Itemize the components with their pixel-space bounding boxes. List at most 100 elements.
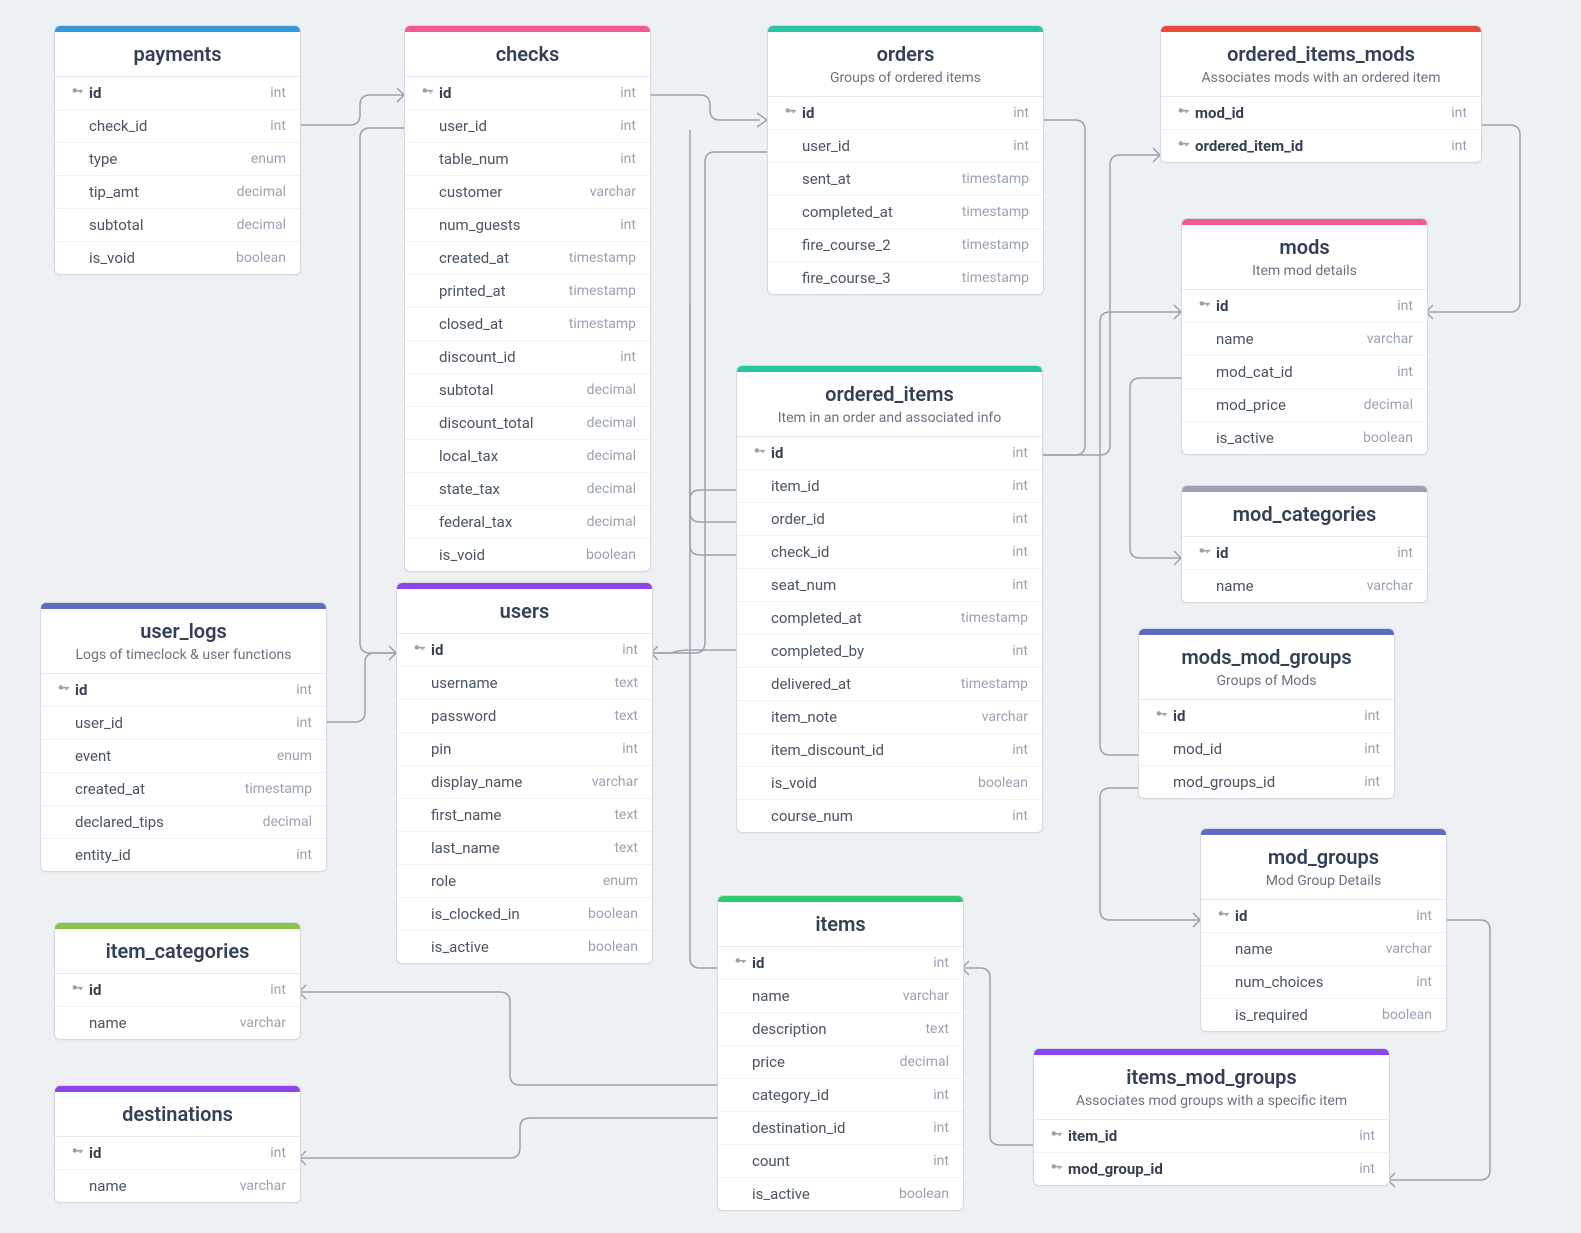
table-ordered_items_mods[interactable]: ordered_items_modsAssociates mods with a…: [1160, 25, 1482, 163]
table-row[interactable]: federal_taxdecimal: [405, 506, 650, 539]
table-row[interactable]: num_choicesint: [1201, 966, 1446, 999]
table-row[interactable]: user_idint: [768, 130, 1043, 163]
table-row[interactable]: printed_attimestamp: [405, 275, 650, 308]
table-row[interactable]: namevarchar: [1201, 933, 1446, 966]
table-users[interactable]: usersidintusernametextpasswordtextpinint…: [396, 582, 653, 964]
table-orders[interactable]: ordersGroups of ordered itemsidintuser_i…: [767, 25, 1044, 295]
table-row[interactable]: mod_group_idint: [1034, 1153, 1389, 1185]
table-row[interactable]: created_attimestamp: [405, 242, 650, 275]
table-row[interactable]: mod_pricedecimal: [1182, 389, 1427, 422]
table-row[interactable]: ordered_item_idint: [1161, 130, 1481, 162]
table-row[interactable]: item_idint: [737, 470, 1042, 503]
table-row[interactable]: discount_totaldecimal: [405, 407, 650, 440]
table-row[interactable]: eventenum: [41, 740, 326, 773]
table-row[interactable]: user_idint: [41, 707, 326, 740]
table-row[interactable]: state_taxdecimal: [405, 473, 650, 506]
table-row[interactable]: category_idint: [718, 1079, 963, 1112]
table-items_mod_groups[interactable]: items_mod_groupsAssociates mod groups wi…: [1033, 1048, 1390, 1186]
table-row[interactable]: first_nametext: [397, 799, 652, 832]
table-destinations[interactable]: destinationsidintnamevarchar: [54, 1085, 301, 1203]
table-row[interactable]: idint: [55, 1137, 300, 1170]
table-row[interactable]: is_voidboolean: [405, 539, 650, 571]
table-row[interactable]: idint: [1139, 700, 1394, 733]
table-row[interactable]: is_voidboolean: [55, 242, 300, 274]
table-row[interactable]: usernametext: [397, 667, 652, 700]
table-row[interactable]: idint: [55, 77, 300, 110]
table-row[interactable]: discount_idint: [405, 341, 650, 374]
table-row[interactable]: mod_idint: [1161, 97, 1481, 130]
table-mod_categories[interactable]: mod_categoriesidintnamevarchar: [1181, 485, 1428, 603]
table-row[interactable]: item_discount_idint: [737, 734, 1042, 767]
table-row[interactable]: is_activeboolean: [397, 931, 652, 963]
table-row[interactable]: namevarchar: [55, 1170, 300, 1202]
table-row[interactable]: mod_groups_idint: [1139, 766, 1394, 798]
table-row[interactable]: subtotaldecimal: [405, 374, 650, 407]
table-row[interactable]: check_idint: [55, 110, 300, 143]
table-row[interactable]: idint: [737, 437, 1042, 470]
table-row[interactable]: pinint: [397, 733, 652, 766]
table-row[interactable]: idint: [1182, 290, 1427, 323]
table-row[interactable]: created_attimestamp: [41, 773, 326, 806]
table-row[interactable]: namevarchar: [718, 980, 963, 1013]
table-row[interactable]: check_idint: [737, 536, 1042, 569]
table-row[interactable]: descriptiontext: [718, 1013, 963, 1046]
table-mods_mod_groups[interactable]: mods_mod_groupsGroups of Modsidintmod_id…: [1138, 628, 1395, 799]
table-row[interactable]: completed_attimestamp: [768, 196, 1043, 229]
table-row[interactable]: is_activeboolean: [1182, 422, 1427, 454]
table-mod_groups[interactable]: mod_groupsMod Group Detailsidintnamevarc…: [1200, 828, 1447, 1032]
table-mods[interactable]: modsItem mod detailsidintnamevarcharmod_…: [1181, 218, 1428, 455]
table-row[interactable]: subtotaldecimal: [55, 209, 300, 242]
table-payments[interactable]: paymentsidintcheck_idinttypeenumtip_amtd…: [54, 25, 301, 275]
table-row[interactable]: idint: [768, 97, 1043, 130]
table-row[interactable]: closed_attimestamp: [405, 308, 650, 341]
table-row[interactable]: idint: [1182, 537, 1427, 570]
table-row[interactable]: table_numint: [405, 143, 650, 176]
table-row[interactable]: declared_tipsdecimal: [41, 806, 326, 839]
table-row[interactable]: pricedecimal: [718, 1046, 963, 1079]
table-row[interactable]: typeenum: [55, 143, 300, 176]
table-row[interactable]: idint: [41, 674, 326, 707]
table-item_categories[interactable]: item_categoriesidintnamevarchar: [54, 922, 301, 1040]
table-row[interactable]: is_activeboolean: [718, 1178, 963, 1210]
table-row[interactable]: fire_course_2timestamp: [768, 229, 1043, 262]
table-row[interactable]: namevarchar: [1182, 570, 1427, 602]
table-row[interactable]: num_guestsint: [405, 209, 650, 242]
table-row[interactable]: user_idint: [405, 110, 650, 143]
table-row[interactable]: idint: [397, 634, 652, 667]
table-row[interactable]: local_taxdecimal: [405, 440, 650, 473]
table-row[interactable]: is_clocked_inboolean: [397, 898, 652, 931]
table-row[interactable]: namevarchar: [1182, 323, 1427, 356]
table-row[interactable]: is_requiredboolean: [1201, 999, 1446, 1031]
table-row[interactable]: last_nametext: [397, 832, 652, 865]
table-row[interactable]: course_numint: [737, 800, 1042, 832]
table-row[interactable]: completed_attimestamp: [737, 602, 1042, 635]
table-row[interactable]: sent_attimestamp: [768, 163, 1043, 196]
table-row[interactable]: completed_byint: [737, 635, 1042, 668]
table-row[interactable]: item_idint: [1034, 1120, 1389, 1153]
table-row[interactable]: countint: [718, 1145, 963, 1178]
table-row[interactable]: destination_idint: [718, 1112, 963, 1145]
table-row[interactable]: mod_idint: [1139, 733, 1394, 766]
table-row[interactable]: delivered_attimestamp: [737, 668, 1042, 701]
table-row[interactable]: customervarchar: [405, 176, 650, 209]
table-row[interactable]: idint: [1201, 900, 1446, 933]
table-row[interactable]: idint: [405, 77, 650, 110]
table-items[interactable]: itemsidintnamevarchardescriptiontextpric…: [717, 895, 964, 1211]
table-row[interactable]: namevarchar: [55, 1007, 300, 1039]
table-user_logs[interactable]: user_logsLogs of timeclock & user functi…: [40, 602, 327, 872]
table-row[interactable]: order_idint: [737, 503, 1042, 536]
table-row[interactable]: passwordtext: [397, 700, 652, 733]
table-checks[interactable]: checksidintuser_idinttable_numintcustome…: [404, 25, 651, 572]
table-row[interactable]: idint: [55, 974, 300, 1007]
table-row[interactable]: display_namevarchar: [397, 766, 652, 799]
table-row[interactable]: mod_cat_idint: [1182, 356, 1427, 389]
table-row[interactable]: fire_course_3timestamp: [768, 262, 1043, 294]
table-row[interactable]: is_voidboolean: [737, 767, 1042, 800]
table-row[interactable]: seat_numint: [737, 569, 1042, 602]
table-row[interactable]: roleenum: [397, 865, 652, 898]
table-row[interactable]: idint: [718, 947, 963, 980]
table-ordered_items[interactable]: ordered_itemsItem in an order and associ…: [736, 365, 1043, 833]
table-row[interactable]: tip_amtdecimal: [55, 176, 300, 209]
table-row[interactable]: entity_idint: [41, 839, 326, 871]
table-row[interactable]: item_notevarchar: [737, 701, 1042, 734]
